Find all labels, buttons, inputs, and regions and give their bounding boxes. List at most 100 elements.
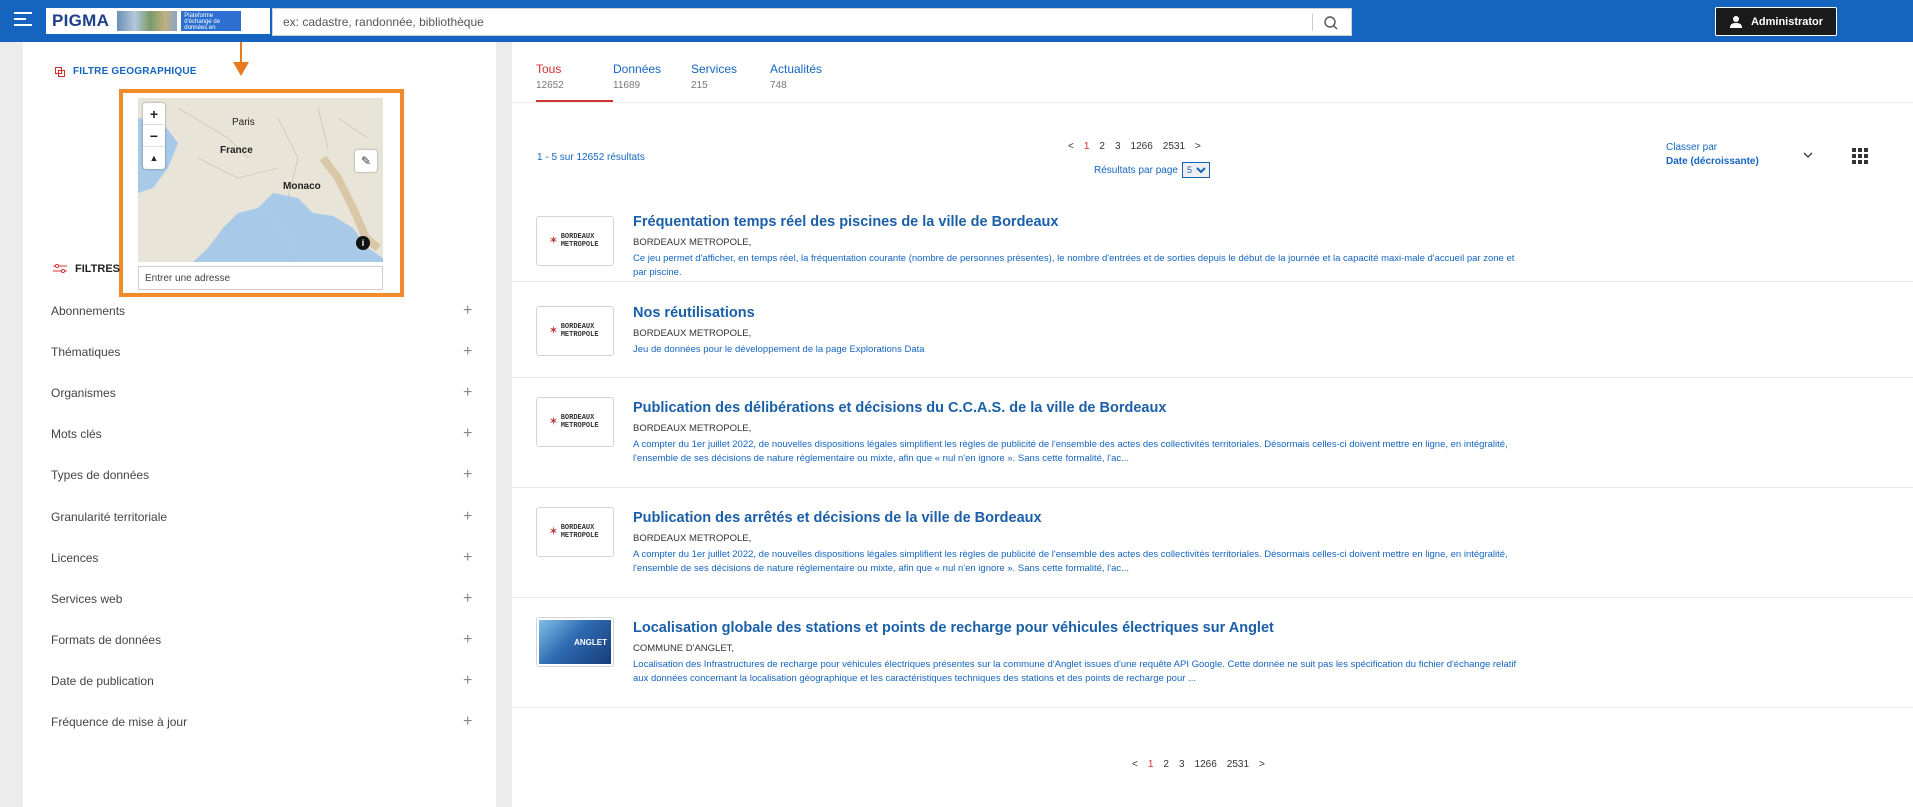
- result-org: COMMUNE D'ANGLET,: [633, 643, 735, 654]
- result-title[interactable]: Publication des arrêtés et décisions de …: [633, 510, 1042, 526]
- result-title[interactable]: Publication des délibérations et décisio…: [633, 400, 1166, 416]
- search-divider: [1312, 14, 1313, 31]
- result-title[interactable]: Fréquentation temps réel des piscines de…: [633, 214, 1058, 230]
- zoom-in-button[interactable]: +: [143, 103, 165, 125]
- result-org: BORDEAUX METROPOLE,: [633, 328, 752, 339]
- info-icon[interactable]: i: [356, 236, 370, 250]
- results-panel: Tous 12652 Données 11689 Services 215 Ac…: [512, 42, 1913, 807]
- logo-text: PIGMA: [52, 11, 110, 30]
- result-description: Ce jeu permet d'afficher, en temps réel,…: [633, 253, 1515, 278]
- prev-page-icon[interactable]: <: [1132, 759, 1138, 770]
- plus-icon[interactable]: +: [463, 549, 472, 567]
- result-title[interactable]: Localisation globale des stations et poi…: [633, 620, 1274, 636]
- filter-date-publication[interactable]: Date de publication +: [23, 661, 496, 702]
- result-title[interactable]: Nos réutilisations: [633, 305, 755, 321]
- search-box: [272, 8, 1352, 36]
- tab-services[interactable]: Services 215: [691, 62, 770, 91]
- map-highlight-frame: Paris France Monaco + − ▲ ✎ i: [119, 89, 404, 297]
- user-menu-button[interactable]: Administrator: [1715, 7, 1837, 36]
- geo-filter-title: FILTRE GEOGRAPHIQUE: [55, 66, 197, 77]
- result-description: A compter du 1er juillet 2022, de nouvel…: [633, 439, 1508, 464]
- org-logo[interactable]: ✶ BORDEAUX METROPOLE: [536, 216, 614, 266]
- list-item: ✶ BORDEAUX METROPOLE Nos réutilisations B…: [512, 282, 1913, 378]
- plus-icon[interactable]: +: [463, 384, 472, 402]
- tab-actualites[interactable]: Actualités 748: [770, 62, 822, 91]
- plus-icon[interactable]: +: [463, 713, 472, 731]
- next-page-icon[interactable]: >: [1259, 759, 1265, 770]
- search-icon[interactable]: [1319, 12, 1343, 34]
- plus-icon[interactable]: +: [463, 672, 472, 690]
- tab-donnees[interactable]: Données 11689: [613, 62, 691, 91]
- result-description: A compter du 1er juillet 2022, de nouvel…: [633, 549, 1508, 574]
- address-input[interactable]: [138, 266, 383, 290]
- list-item: ✶ BORDEAUX METROPOLE Fréquentation temps …: [512, 172, 1913, 282]
- page-link[interactable]: 1: [1084, 141, 1090, 152]
- filter-list: Abonnements + Thématiques + Organismes + Mo…: [23, 290, 496, 743]
- search-input[interactable]: [283, 9, 1283, 35]
- org-logo[interactable]: ✶ BORDEAUX METROPOLE: [536, 507, 614, 557]
- plus-icon[interactable]: +: [463, 590, 472, 608]
- pagination-bottom: < 1 2 3 1266 2531 >: [1132, 759, 1265, 770]
- filter-thematiques[interactable]: Thématiques +: [23, 331, 496, 372]
- compass-icon[interactable]: ▲: [143, 147, 165, 169]
- page-link[interactable]: 2: [1099, 141, 1105, 152]
- user-icon: [1729, 15, 1742, 28]
- grid-view-icon[interactable]: [1852, 148, 1868, 164]
- plus-icon[interactable]: +: [463, 425, 472, 443]
- zoom-out-button[interactable]: −: [143, 125, 165, 147]
- star-icon: ✶: [549, 414, 558, 430]
- plus-icon[interactable]: +: [463, 343, 472, 361]
- sort-label: Classer par: [1666, 142, 1718, 153]
- map-label-paris: Paris: [232, 117, 255, 128]
- map-view[interactable]: Paris France Monaco + − ▲ ✎ i: [138, 98, 383, 262]
- result-org: BORDEAUX METROPOLE,: [633, 423, 752, 434]
- filter-services-web[interactable]: Services web +: [23, 578, 496, 619]
- filter-abonnements[interactable]: Abonnements +: [23, 290, 496, 331]
- filter-licences[interactable]: Licences +: [23, 537, 496, 578]
- result-description: Jeu de données pour le développement de …: [633, 344, 925, 355]
- user-name: Administrator: [1750, 15, 1824, 28]
- filter-formats[interactable]: Formats de données +: [23, 620, 496, 661]
- sort-control[interactable]: Classer par Date (décroissante): [1666, 141, 1759, 169]
- plus-icon[interactable]: +: [463, 466, 472, 484]
- map-label-france: France: [220, 145, 253, 156]
- org-logo[interactable]: ANGLET: [536, 617, 614, 667]
- filters-icon: [53, 264, 67, 274]
- edit-icon[interactable]: ✎: [355, 150, 377, 172]
- next-page-icon[interactable]: >: [1195, 141, 1201, 152]
- list-item: ✶ BORDEAUX METROPOLE Publication des déli…: [512, 378, 1913, 488]
- page-link[interactable]: 2: [1163, 759, 1169, 770]
- star-icon: ✶: [549, 233, 558, 249]
- result-tabs: Tous 12652 Données 11689 Services 215 Ac…: [536, 62, 850, 91]
- logo[interactable]: PIGMA Plateforme d'échange de données en…: [46, 8, 270, 34]
- zoom-control: + − ▲: [143, 103, 165, 169]
- menu-icon[interactable]: [14, 12, 32, 28]
- filter-granularite[interactable]: Granularité territoriale +: [23, 496, 496, 537]
- filter-frequence[interactable]: Fréquence de mise à jour +: [23, 702, 496, 743]
- page-link[interactable]: 2531: [1227, 759, 1249, 770]
- callout-arrow-head: [233, 62, 249, 76]
- page-link[interactable]: 2531: [1163, 141, 1185, 152]
- tab-tous[interactable]: Tous 12652: [536, 62, 613, 91]
- chevron-down-icon[interactable]: [1802, 148, 1814, 162]
- prev-page-icon[interactable]: <: [1068, 141, 1074, 152]
- logo-subtitle: Plateforme d'échange de données en Nouve…: [181, 11, 242, 31]
- plus-icon[interactable]: +: [463, 631, 472, 649]
- filter-organismes[interactable]: Organismes +: [23, 372, 496, 413]
- page-link[interactable]: 1266: [1131, 141, 1153, 152]
- anglet-logo: ANGLET: [539, 620, 611, 664]
- star-icon: ✶: [549, 323, 558, 339]
- plus-icon[interactable]: +: [463, 302, 472, 320]
- page-link[interactable]: 1266: [1195, 759, 1217, 770]
- filter-mots-cles[interactable]: Mots clés +: [23, 414, 496, 455]
- org-logo[interactable]: ✶ BORDEAUX METROPOLE: [536, 306, 614, 356]
- geo-filter-icon: [55, 66, 65, 77]
- page-link[interactable]: 1: [1148, 759, 1154, 770]
- star-icon: ✶: [549, 524, 558, 540]
- page-link[interactable]: 3: [1179, 759, 1185, 770]
- org-logo[interactable]: ✶ BORDEAUX METROPOLE: [536, 397, 614, 447]
- filter-types-de-donnees[interactable]: Types de données +: [23, 455, 496, 496]
- page-link[interactable]: 3: [1115, 141, 1121, 152]
- plus-icon[interactable]: +: [463, 508, 472, 526]
- result-org: BORDEAUX METROPOLE,: [633, 237, 752, 248]
